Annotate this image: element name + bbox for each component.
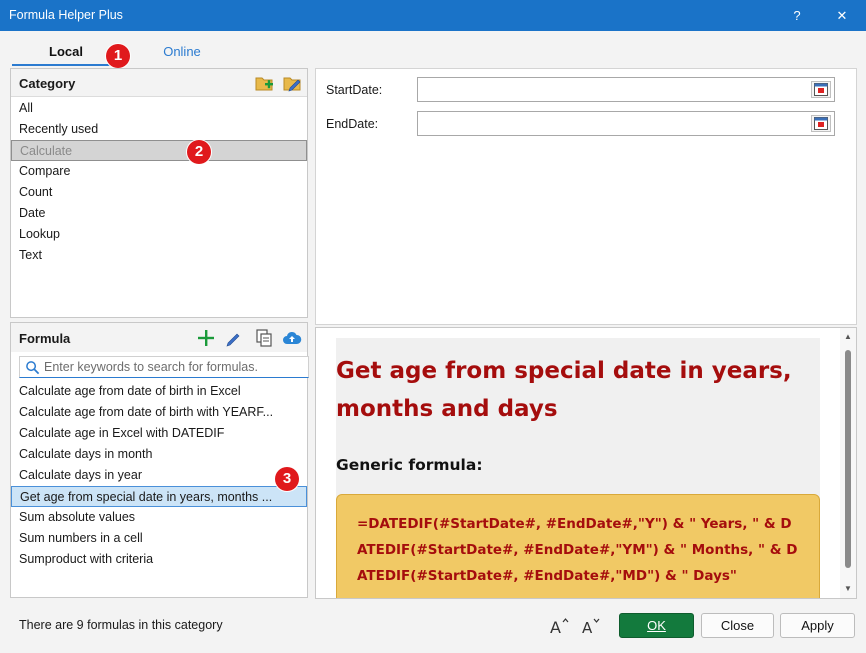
tab-online[interactable]: Online <box>138 38 226 66</box>
scroll-thumb[interactable] <box>845 350 851 568</box>
close-button[interactable]: Close <box>701 613 774 638</box>
scroll-up-arrow-icon[interactable]: ▲ <box>840 330 856 344</box>
formula-search-box <box>19 356 309 378</box>
category-panel: Category All Recently used Calculate Com… <box>10 68 308 318</box>
add-formula-icon[interactable] <box>196 328 216 348</box>
add-category-icon[interactable] <box>254 73 274 93</box>
formula-title: Formula <box>19 331 71 346</box>
category-item-text[interactable]: Text <box>11 245 307 266</box>
copy-formula-icon[interactable] <box>254 328 274 348</box>
formula-item[interactable]: Calculate age from date of birth in Exce… <box>11 381 307 402</box>
formula-header: Formula <box>11 323 307 352</box>
title-bar: Formula Helper Plus ? ✕ <box>0 0 866 31</box>
preview-content: Get age from special date in years, mont… <box>336 338 820 598</box>
category-item-compare[interactable]: Compare <box>11 161 307 182</box>
help-button[interactable]: ? <box>777 0 817 31</box>
category-item-lookup[interactable]: Lookup <box>11 224 307 245</box>
apply-button[interactable]: Apply <box>780 613 855 638</box>
formula-preview: Get age from special date in years, mont… <box>315 327 857 599</box>
category-title: Category <box>19 76 76 91</box>
edit-formula-icon[interactable] <box>224 328 244 348</box>
formula-item[interactable]: Calculate age from date of birth with YE… <box>11 402 307 423</box>
formula-item[interactable]: Sumproduct with criteria <box>11 549 307 570</box>
scroll-down-arrow-icon[interactable]: ▼ <box>840 582 856 596</box>
category-header: Category <box>11 69 307 97</box>
cloud-upload-icon[interactable] <box>282 328 302 348</box>
ok-button[interactable]: OK <box>619 613 694 638</box>
svg-text:A: A <box>550 618 561 637</box>
callout-badge-1: 1 <box>106 44 130 68</box>
increase-font-size-icon[interactable]: A <box>548 615 570 637</box>
formula-item[interactable]: Sum absolute values <box>11 507 307 528</box>
category-item-recently-used[interactable]: Recently used <box>11 119 307 140</box>
svg-text:A: A <box>582 619 593 637</box>
start-date-label: StartDate: <box>326 83 383 97</box>
formula-item[interactable]: Calculate age in Excel with DATEDIF <box>11 423 307 444</box>
callout-badge-2: 2 <box>187 140 211 164</box>
close-window-button[interactable]: ✕ <box>822 0 862 31</box>
start-date-field[interactable] <box>417 77 835 102</box>
preview-scrollbar[interactable]: ▲ ▼ <box>840 328 856 598</box>
formula-panel: Formula Calculate age from date of birth… <box>10 322 309 598</box>
end-date-label: EndDate: <box>326 117 379 131</box>
formula-item[interactable]: Calculate days in year <box>11 465 307 486</box>
calendar-icon <box>814 117 828 130</box>
status-text: There are 9 formulas in this category <box>19 618 223 632</box>
formula-item[interactable]: Sum numbers in a cell <box>11 528 307 549</box>
parameters-panel: StartDate: EndDate: <box>315 68 857 325</box>
formula-box: =DATEDIF(#StartDate#, #EndDate#,"Y") & "… <box>336 494 820 598</box>
calendar-icon <box>814 83 828 96</box>
search-icon <box>26 361 40 375</box>
formula-text: =DATEDIF(#StartDate#, #EndDate#,"Y") & "… <box>357 516 798 584</box>
category-item-count[interactable]: Count <box>11 182 307 203</box>
preview-heading: Get age from special date in years, mont… <box>336 358 792 422</box>
category-item-calculate[interactable]: Calculate <box>11 140 307 161</box>
generic-formula-label: Generic formula: <box>336 456 483 474</box>
end-date-calendar-button[interactable] <box>811 115 831 132</box>
end-date-field[interactable] <box>417 111 835 136</box>
edit-category-icon[interactable] <box>282 73 302 93</box>
tab-local[interactable]: Local <box>12 38 120 66</box>
decrease-font-size-icon[interactable]: A <box>580 615 602 637</box>
window-title: Formula Helper Plus <box>9 8 123 22</box>
formula-item[interactable]: Calculate days in month <box>11 444 307 465</box>
callout-badge-3: 3 <box>275 467 299 491</box>
category-item-date[interactable]: Date <box>11 203 307 224</box>
formula-search-input[interactable] <box>44 359 306 375</box>
category-item-all[interactable]: All <box>11 98 307 119</box>
start-date-calendar-button[interactable] <box>811 81 831 98</box>
formula-item-selected[interactable]: Get age from special date in years, mont… <box>11 486 307 507</box>
